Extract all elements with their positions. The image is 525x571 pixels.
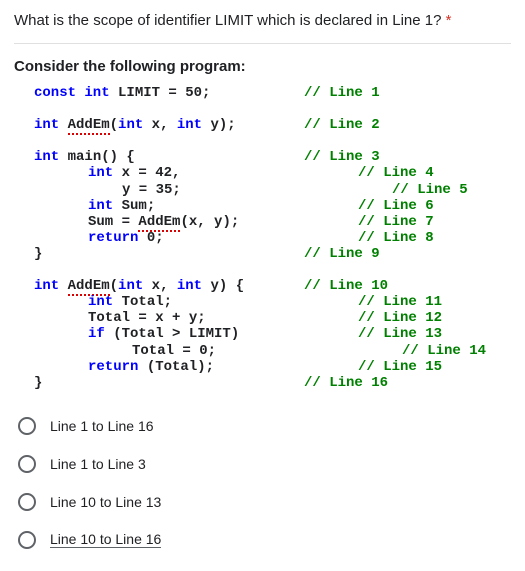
code-content: Sum = AddEm(x, y); <box>14 214 358 230</box>
code-line: const int LIMIT = 50;// Line 1 <box>14 85 511 101</box>
code-line <box>14 262 511 278</box>
code-content: return 0; <box>14 230 358 246</box>
code-block: const int LIMIT = 50;// Line 1 int AddEm… <box>14 85 511 391</box>
code-comment: // Line 6 <box>358 198 434 214</box>
option-label: Line 1 to Line 16 <box>50 418 154 434</box>
code-line <box>14 101 511 117</box>
code-comment: // Line 14 <box>402 343 486 359</box>
option-label: Line 1 to Line 3 <box>50 456 146 472</box>
radio-button[interactable] <box>18 493 36 511</box>
options-group: Line 1 to Line 16 Line 1 to Line 3 Line 10… <box>14 407 511 559</box>
code-line: int AddEm(int x, int y) {// Line 10 <box>14 278 511 294</box>
code-comment: // Line 9 <box>304 246 380 262</box>
code-content: int AddEm(int x, int y); <box>14 117 304 133</box>
code-line: int Total;// Line 11 <box>14 294 511 310</box>
code-content: int main() { <box>14 149 304 165</box>
code-content: int Sum; <box>14 198 358 214</box>
code-comment: // Line 2 <box>304 117 380 133</box>
code-line: int main() {// Line 3 <box>14 149 511 165</box>
subheading: Consider the following program: <box>14 58 511 75</box>
question-body: What is the scope of identifier LIMIT wh… <box>14 12 441 29</box>
code-line: Total = x + y;// Line 12 <box>14 310 511 326</box>
code-comment: // Line 15 <box>358 359 442 375</box>
code-content: int Total; <box>14 294 358 310</box>
code-comment: // Line 11 <box>358 294 442 310</box>
option-row[interactable]: Line 1 to Line 3 <box>14 445 511 483</box>
option-row[interactable]: Line 10 to Line 16 <box>14 521 511 559</box>
code-comment: // Line 12 <box>358 310 442 326</box>
code-content: } <box>14 246 304 262</box>
radio-button[interactable] <box>18 455 36 473</box>
code-content: int x = 42, <box>14 165 358 181</box>
code-comment: // Line 4 <box>358 165 434 181</box>
code-comment: // Line 8 <box>358 230 434 246</box>
code-content: if (Total > LIMIT) <box>14 326 358 342</box>
code-line: y = 35;// Line 5 <box>14 182 511 198</box>
code-line: int AddEm(int x, int y);// Line 2 <box>14 117 511 133</box>
code-line: if (Total > LIMIT)// Line 13 <box>14 326 511 342</box>
code-line: Total = 0;// Line 14 <box>14 343 511 359</box>
code-line: Sum = AddEm(x, y);// Line 7 <box>14 214 511 230</box>
code-line: }// Line 16 <box>14 375 511 391</box>
radio-button[interactable] <box>18 531 36 549</box>
code-line: }// Line 9 <box>14 246 511 262</box>
code-content: int AddEm(int x, int y) { <box>14 278 304 294</box>
code-comment: // Line 16 <box>304 375 388 391</box>
code-line <box>14 133 511 149</box>
code-content: Total = x + y; <box>14 310 358 326</box>
code-comment: // Line 7 <box>358 214 434 230</box>
code-comment: // Line 13 <box>358 326 442 342</box>
radio-button[interactable] <box>18 417 36 435</box>
code-line: return (Total);// Line 15 <box>14 359 511 375</box>
code-content: y = 35; <box>14 182 392 198</box>
option-label: Line 10 to Line 13 <box>50 494 161 510</box>
code-comment: // Line 1 <box>304 85 380 101</box>
question-text: What is the scope of identifier LIMIT wh… <box>14 12 511 44</box>
code-line: return 0;// Line 8 <box>14 230 511 246</box>
code-line: int Sum;// Line 6 <box>14 198 511 214</box>
code-comment: // Line 10 <box>304 278 388 294</box>
code-comment: // Line 5 <box>392 182 468 198</box>
option-row[interactable]: Line 1 to Line 16 <box>14 407 511 445</box>
code-content: return (Total); <box>14 359 358 375</box>
code-line: int x = 42,// Line 4 <box>14 165 511 181</box>
required-marker: * <box>446 12 452 29</box>
code-content: Total = 0; <box>14 343 402 359</box>
code-comment: // Line 3 <box>304 149 380 165</box>
option-row[interactable]: Line 10 to Line 13 <box>14 483 511 521</box>
code-content: const int LIMIT = 50; <box>14 85 304 101</box>
option-label: Line 10 to Line 16 <box>50 531 161 548</box>
code-content: } <box>14 375 304 391</box>
